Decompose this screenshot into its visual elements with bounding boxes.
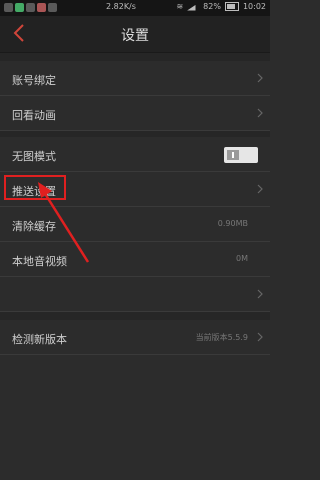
annotation-arrow-icon — [38, 182, 90, 263]
